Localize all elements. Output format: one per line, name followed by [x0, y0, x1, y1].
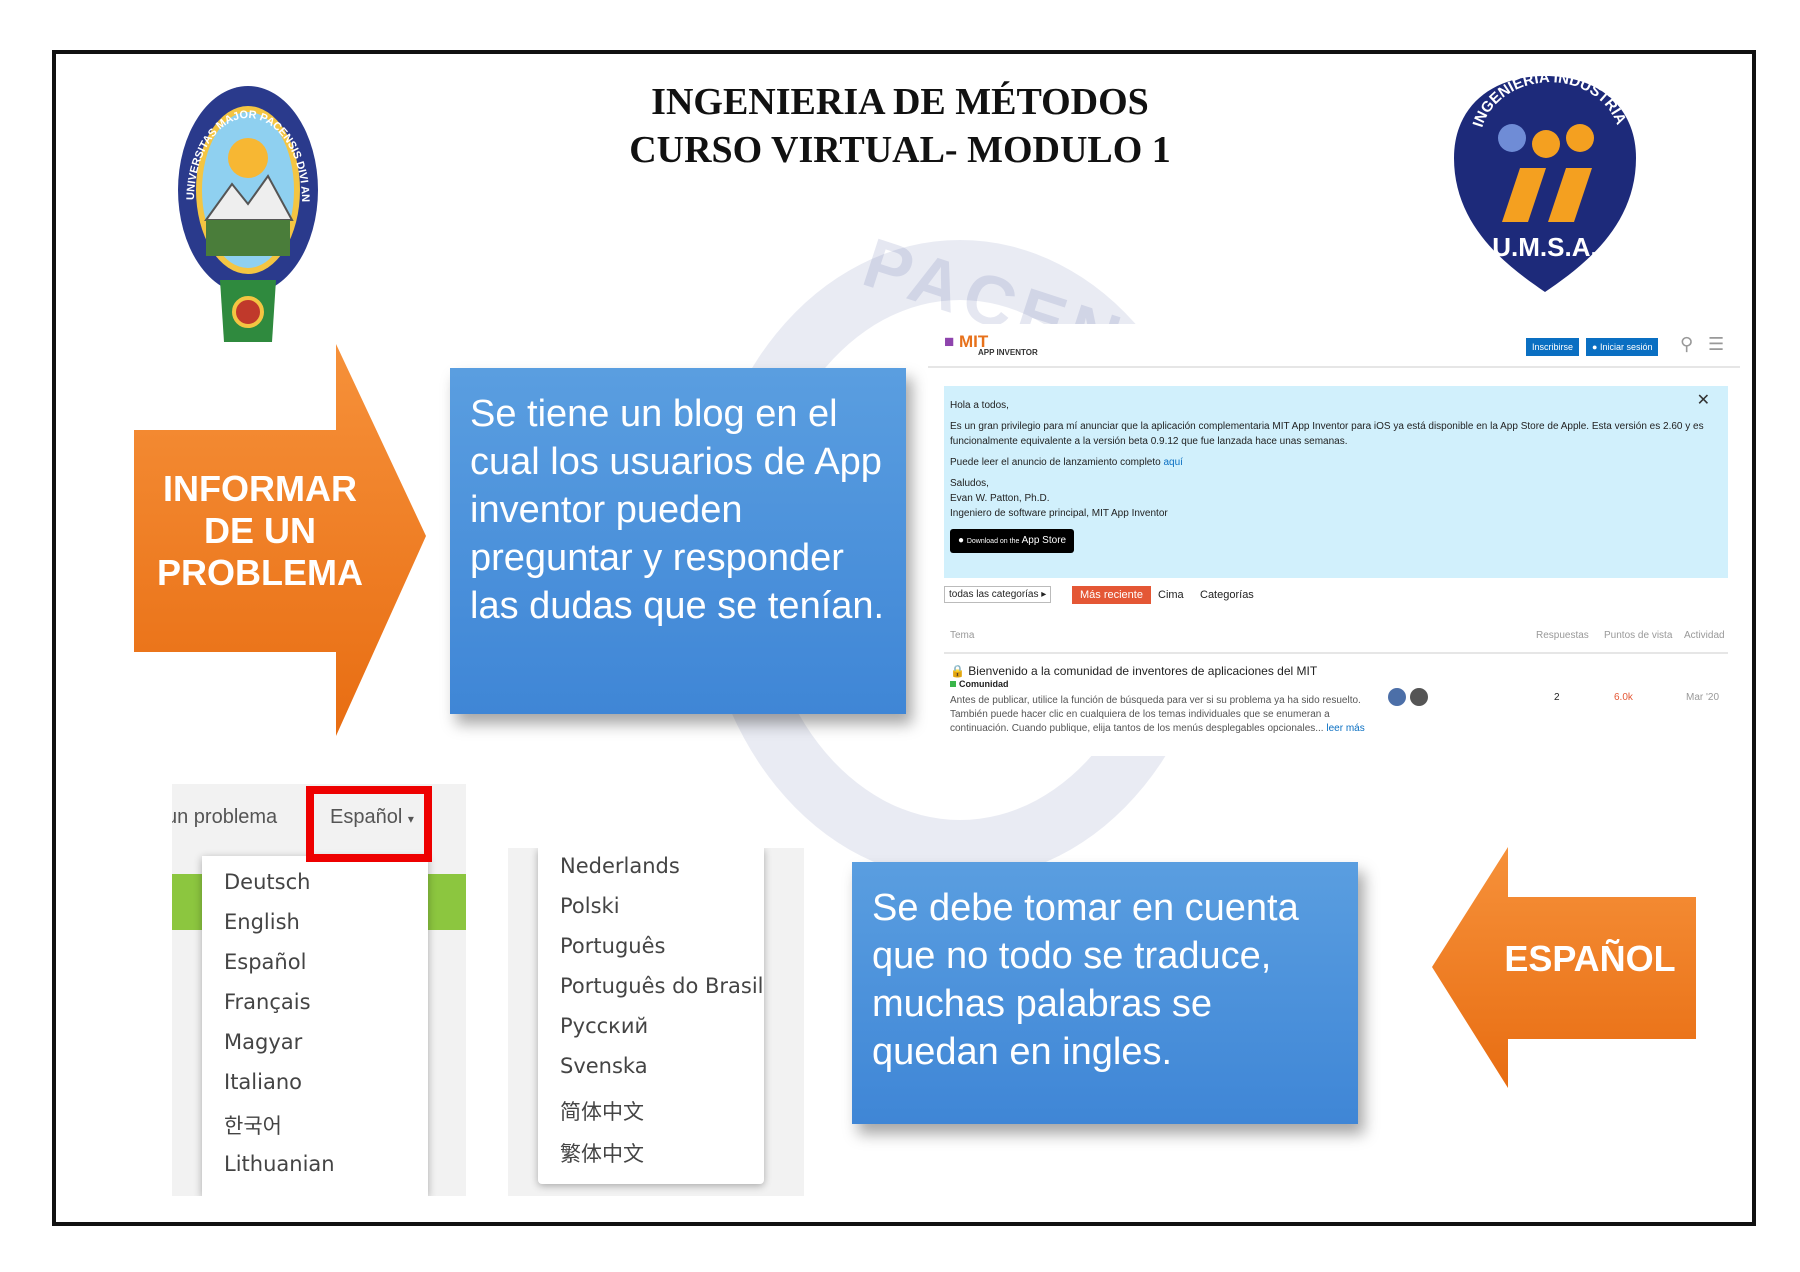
announcement-banner: ✕ Hola a todos, Es un gran privilegio pa…: [944, 386, 1728, 578]
shield-name: U.M.S.A.: [1492, 232, 1597, 262]
arrow-right-line-1: INFORMAR: [163, 468, 357, 509]
mit-logo-sub: APP INVENTOR: [978, 348, 1038, 357]
app-store-badge[interactable]: ● Download on the App Store: [950, 529, 1075, 553]
banner-body: Es un gran privilegio para mí anunciar q…: [950, 421, 1704, 447]
title-line-1: INGENIERIA DE MÉTODOS: [651, 81, 1149, 123]
banner-signoff: Saludos,: [950, 478, 989, 489]
banner-link-prefix: Puede leer el anuncio de lanzamiento com…: [950, 457, 1161, 468]
category-dropdown-label: todas las categorías: [949, 589, 1039, 600]
language-menu-screenshot-2: Nederlands Polski Português Português do…: [508, 848, 804, 1196]
language-option[interactable]: 한국어: [224, 1110, 282, 1140]
banner-name: Evan W. Patton, Ph.D.: [950, 493, 1050, 504]
language-option[interactable]: Français: [224, 990, 311, 1014]
language-option[interactable]: Português do Brasil: [560, 974, 764, 998]
language-option[interactable]: Deutsch: [224, 870, 310, 894]
lock-icon: 🔒: [950, 664, 965, 678]
callout-translation: Se debe tomar en cuenta que no todo se t…: [852, 862, 1358, 1124]
topic-excerpt: Antes de publicar, utilice la función de…: [950, 694, 1390, 736]
topic-category[interactable]: Comunidad: [950, 679, 1009, 689]
topic-divider: [944, 652, 1728, 654]
language-option[interactable]: 繁体中文: [560, 1138, 644, 1168]
language-option[interactable]: Lithuanian: [224, 1152, 335, 1176]
banner-link[interactable]: aquí: [1163, 457, 1182, 468]
banner-link-line: Puede leer el anuncio de lanzamiento com…: [950, 455, 1722, 470]
language-option[interactable]: Magyar: [224, 1030, 302, 1054]
tab-top[interactable]: Cima: [1158, 589, 1184, 601]
topic-excerpt-text: Antes de publicar, utilice la función de…: [950, 695, 1361, 734]
menu-icon[interactable]: ☰: [1708, 334, 1724, 355]
user-icon: ●: [1592, 342, 1598, 352]
language-option[interactable]: Nederlands: [560, 854, 680, 878]
col-activity: Actividad: [1684, 630, 1725, 641]
language-dropdown-2: Nederlands Polski Português Português do…: [538, 848, 764, 1184]
language-option[interactable]: Svenska: [560, 1054, 648, 1078]
login-label: Iniciar sesión: [1599, 342, 1653, 352]
language-option[interactable]: Italiano: [224, 1070, 302, 1094]
signup-button[interactable]: Inscribirse: [1526, 338, 1580, 356]
language-option[interactable]: Español: [224, 950, 306, 974]
banner-greeting: Hola a todos,: [950, 400, 1009, 411]
topic-title-text: Bienvenido a la comunidad de inventores …: [968, 664, 1318, 678]
close-icon[interactable]: ✕: [1697, 390, 1710, 409]
slide-title: INGENIERIA DE MÉTODOS CURSO VIRTUAL- MOD…: [560, 78, 1240, 174]
login-button[interactable]: ● Iniciar sesión: [1586, 338, 1659, 356]
language-option[interactable]: 简体中文: [560, 1096, 644, 1126]
tab-categories[interactable]: Categorías: [1200, 589, 1254, 601]
arrow-right-line-3: PROBLEMA: [157, 552, 363, 593]
topic-title[interactable]: 🔒 Bienvenido a la comunidad de inventore…: [950, 664, 1317, 678]
highlight-box: [306, 786, 432, 862]
forum-header: ■ MIT APP INVENTOR Inscribirse ● Iniciar…: [928, 324, 1740, 368]
avatar[interactable]: [1388, 688, 1406, 706]
callout-blog: Se tiene un blog en el cual los usuarios…: [450, 368, 906, 714]
umsa-seal-logo: UNIVERSITAS MAJOR PACENSIS DIVI ANDREAE: [176, 80, 318, 342]
language-option[interactable]: Polski: [560, 894, 620, 918]
caret-icon: ▸: [1041, 589, 1047, 600]
col-views: Puntos de vista: [1604, 630, 1673, 641]
appstore-label: App Store: [1021, 535, 1067, 546]
col-topic: Tema: [950, 630, 975, 641]
tab-latest[interactable]: Más reciente: [1072, 586, 1151, 604]
language-option[interactable]: Русский: [560, 1014, 648, 1038]
category-dropdown[interactable]: todas las categorías ▸: [944, 586, 1052, 603]
arrow-left-label: ESPAÑOL: [1504, 938, 1676, 979]
read-more-link[interactable]: leer más: [1326, 723, 1364, 734]
arrow-right-line-2: DE UN: [203, 510, 316, 551]
search-icon[interactable]: ⚲: [1680, 334, 1693, 355]
language-dropdown-1: Deutsch English Español Français Magyar …: [202, 856, 428, 1196]
language-option[interactable]: English: [224, 910, 300, 934]
title-line-2: CURSO VIRTUAL- MODULO 1: [629, 129, 1171, 171]
topic-replies: 2: [1554, 692, 1560, 703]
mit-forum-screenshot: ■ MIT APP INVENTOR Inscribirse ● Iniciar…: [928, 324, 1740, 756]
ingenieria-industrial-logo: INGENIERIA INDUSTRIAL U.M.S.A.: [1450, 68, 1636, 292]
col-replies: Respuestas: [1536, 630, 1589, 641]
arrow-right-label: INFORMAR DE UN PROBLEMA: [150, 468, 370, 594]
language-option[interactable]: Português: [560, 934, 665, 958]
appstore-small: Download on the: [966, 538, 1020, 545]
apple-icon: ●: [958, 535, 965, 546]
topic-activity: Mar '20: [1686, 692, 1720, 703]
report-problem-link[interactable]: un problema: [172, 806, 277, 829]
banner-role: Ingeniero de software principal, MIT App…: [950, 508, 1168, 519]
topic-views: 6.0k: [1614, 692, 1633, 703]
avatar[interactable]: [1410, 688, 1428, 706]
